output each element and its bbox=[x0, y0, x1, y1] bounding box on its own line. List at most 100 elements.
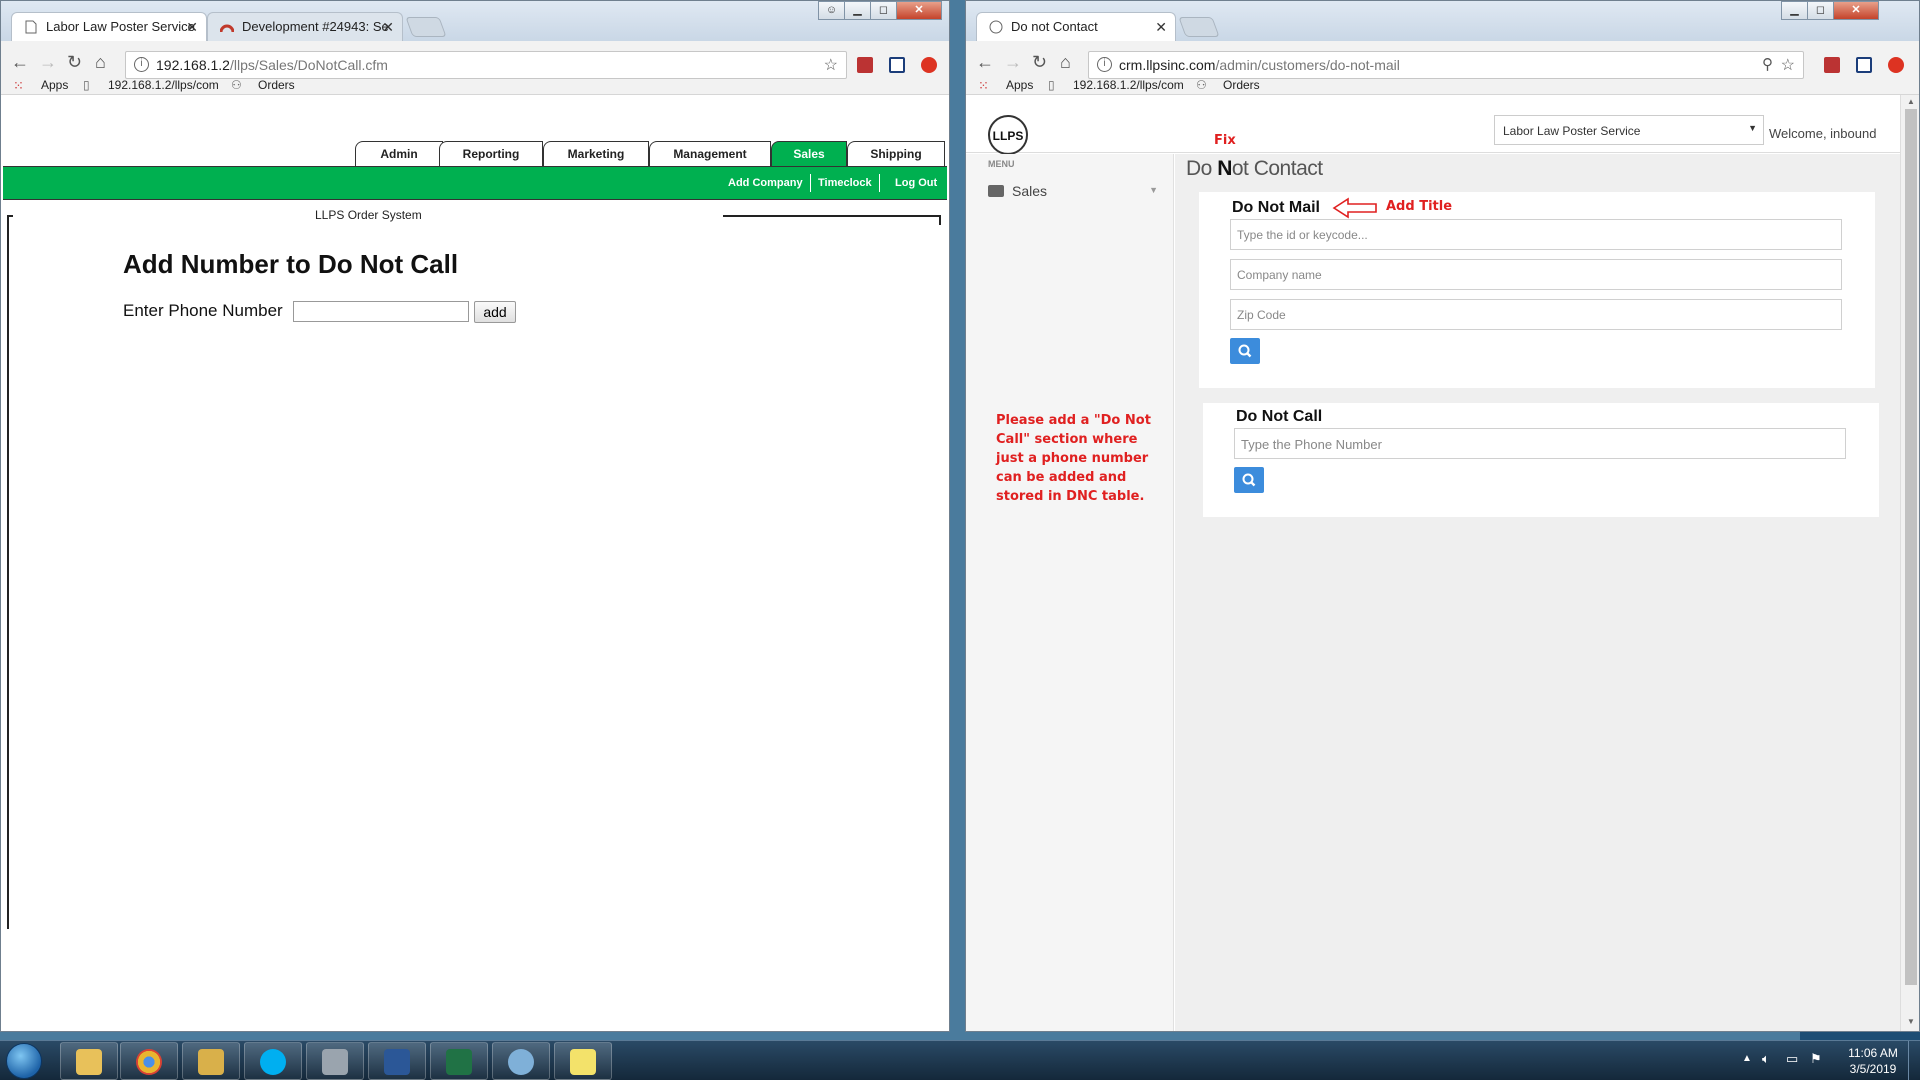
taskbar-file-explorer[interactable] bbox=[60, 1042, 118, 1080]
add-button[interactable]: add bbox=[474, 301, 516, 323]
reload-icon[interactable]: ↻ bbox=[1032, 52, 1047, 73]
adblock-extension-icon[interactable] bbox=[921, 57, 937, 73]
new-tab-button[interactable] bbox=[405, 17, 447, 37]
taskbar-excel[interactable] bbox=[430, 1042, 488, 1080]
zip-code-input[interactable]: Zip Code bbox=[1230, 299, 1842, 330]
scroll-down-icon[interactable]: ▼ bbox=[1907, 1017, 1915, 1026]
show-desktop-button[interactable] bbox=[1908, 1041, 1920, 1080]
bookmark-star-icon[interactable]: ☆ bbox=[1781, 55, 1795, 75]
close-tab-icon[interactable]: ✕ bbox=[1155, 19, 1167, 36]
adblock-extension-icon[interactable] bbox=[1888, 57, 1904, 73]
close-tab-icon[interactable]: ✕ bbox=[382, 19, 394, 36]
pdf-extension-icon[interactable] bbox=[857, 57, 873, 73]
chrome-icon bbox=[136, 1049, 162, 1075]
maximize-button[interactable]: ◻ bbox=[870, 1, 897, 20]
bookmark-apps[interactable]: Apps bbox=[41, 78, 68, 92]
maximize-button[interactable]: ◻ bbox=[1807, 1, 1834, 20]
apps-grid-icon[interactable]: ⁙ bbox=[13, 78, 24, 94]
bookmark-star-icon[interactable]: ☆ bbox=[824, 55, 838, 75]
taskbar-word[interactable] bbox=[368, 1042, 426, 1080]
orders-icon: ⚇ bbox=[1196, 78, 1207, 92]
close-window-button[interactable]: ✕ bbox=[896, 1, 942, 20]
back-arrow-icon[interactable]: ← bbox=[11, 52, 29, 73]
right-browser-window: Do not Contact ✕ ▁ ◻ ✕ ← → ↻ ⌂ i crm.llp… bbox=[965, 0, 1920, 1032]
taskbar-paint[interactable] bbox=[492, 1042, 550, 1080]
bookmark-apps[interactable]: Apps bbox=[1006, 78, 1033, 92]
page-heading: Add Number to Do Not Call bbox=[123, 249, 459, 279]
n-extension-icon[interactable] bbox=[1856, 57, 1872, 73]
menu-tab-shipping[interactable]: Shipping bbox=[847, 141, 945, 166]
n-extension-icon[interactable] bbox=[889, 57, 905, 73]
menu-tab-admin[interactable]: Admin bbox=[355, 141, 443, 166]
logo-text: LLPS bbox=[992, 129, 1024, 143]
phone-number-input[interactable] bbox=[293, 301, 469, 322]
frame-left-border bbox=[7, 215, 9, 929]
divider bbox=[879, 174, 880, 192]
flag-icon[interactable]: ⚑ bbox=[1810, 1051, 1822, 1067]
tab-title: Development #24943: Se bbox=[242, 19, 389, 34]
forward-arrow-icon[interactable]: → bbox=[39, 52, 57, 73]
home-icon[interactable]: ⌂ bbox=[95, 52, 106, 73]
new-tab-button[interactable] bbox=[1178, 17, 1220, 37]
frame-top-right-line bbox=[723, 215, 941, 217]
pdf-extension-icon[interactable] bbox=[1824, 57, 1840, 73]
menu-tab-sales[interactable]: Sales bbox=[771, 141, 847, 166]
minimize-button[interactable]: ▁ bbox=[844, 1, 871, 20]
info-icon[interactable]: i bbox=[1097, 57, 1112, 72]
taskbar-sticky-notes[interactable] bbox=[554, 1042, 612, 1080]
llps-menu-tabs: Admin Reporting Marketing Management Sal… bbox=[1, 141, 945, 166]
reload-icon[interactable]: ↻ bbox=[67, 52, 82, 73]
info-icon[interactable]: i bbox=[134, 57, 149, 72]
url-host: 192.168.1.2 bbox=[156, 57, 230, 73]
close-tab-icon[interactable]: ✕ bbox=[186, 19, 198, 36]
scroll-up-icon[interactable]: ▲ bbox=[1907, 97, 1915, 106]
back-arrow-icon[interactable]: ← bbox=[976, 52, 994, 73]
taskbar-skype[interactable] bbox=[244, 1042, 302, 1080]
forward-arrow-icon[interactable]: → bbox=[1004, 52, 1022, 73]
scrollbar[interactable]: ▲ ▼ bbox=[1900, 95, 1919, 1031]
log-out-link[interactable]: Log Out bbox=[895, 177, 937, 189]
menu-tab-reporting[interactable]: Reporting bbox=[439, 141, 543, 166]
bookmark-orders[interactable]: Orders bbox=[1223, 78, 1260, 92]
menu-tab-management[interactable]: Management bbox=[649, 141, 771, 166]
sidebar-item-label: Sales bbox=[1012, 183, 1048, 199]
start-button[interactable] bbox=[6, 1043, 42, 1079]
taskbar-explorer-window[interactable] bbox=[182, 1042, 240, 1080]
tab-development[interactable]: Development #24943: Se ✕ bbox=[207, 12, 403, 41]
page-icon: ▯ bbox=[1048, 78, 1055, 92]
bookmark-orders[interactable]: Orders bbox=[258, 78, 295, 92]
bookmark-llps-com[interactable]: 192.168.1.2/llps/com bbox=[1073, 78, 1184, 92]
url-path: /admin/customers/do-not-mail bbox=[1215, 57, 1400, 73]
add-company-link[interactable]: Add Company bbox=[728, 177, 803, 189]
address-bar[interactable]: i 192.168.1.2/llps/Sales/DoNotCall.cfm ☆ bbox=[125, 51, 847, 79]
page-icon bbox=[25, 20, 37, 34]
volume-icon[interactable]: 🔈︎ bbox=[1762, 1051, 1770, 1067]
phone-number-input[interactable]: Type the Phone Number bbox=[1234, 428, 1846, 459]
bookmarks-bar: ⁙ Apps ▯ 192.168.1.2/llps/com ⚇ Orders bbox=[1, 78, 949, 95]
taskbar-database[interactable] bbox=[306, 1042, 364, 1080]
company-name-input[interactable]: Company name bbox=[1230, 259, 1842, 290]
tab-labor-law-poster-service[interactable]: Labor Law Poster Service ✕ bbox=[11, 12, 207, 41]
scroll-thumb[interactable] bbox=[1905, 109, 1917, 985]
phone-label: Enter Phone Number bbox=[123, 301, 283, 320]
address-bar[interactable]: i crm.llpsinc.com/admin/customers/do-not… bbox=[1088, 51, 1804, 79]
search-icon[interactable]: ⚲ bbox=[1762, 55, 1773, 73]
do-not-mail-search-button[interactable] bbox=[1230, 338, 1260, 364]
tab-do-not-contact[interactable]: Do not Contact ✕ bbox=[976, 12, 1176, 41]
sidebar-item-sales[interactable]: Sales ▼ bbox=[988, 182, 1158, 202]
minimize-button[interactable]: ▁ bbox=[1781, 1, 1808, 20]
apps-grid-icon[interactable]: ⁙ bbox=[978, 78, 989, 94]
home-icon[interactable]: ⌂ bbox=[1060, 52, 1071, 73]
taskbar-chrome[interactable] bbox=[120, 1042, 178, 1080]
network-status-icon[interactable]: ▭ bbox=[1786, 1051, 1798, 1067]
timeclock-link[interactable]: Timeclock bbox=[818, 177, 872, 189]
menu-tab-marketing[interactable]: Marketing bbox=[543, 141, 649, 166]
system-clock[interactable]: 11:06 AM 3/5/2019 bbox=[1838, 1045, 1908, 1077]
do-not-call-search-button[interactable] bbox=[1234, 467, 1264, 493]
tray-chevron-icon[interactable]: ▲ bbox=[1742, 1053, 1752, 1064]
close-window-button[interactable]: ✕ bbox=[1833, 1, 1879, 20]
user-icon[interactable]: ☺ bbox=[818, 1, 845, 20]
bookmark-llps-com[interactable]: 192.168.1.2/llps/com bbox=[108, 78, 219, 92]
company-select[interactable]: Labor Law Poster Service ▼ bbox=[1494, 115, 1764, 145]
id-keycode-input[interactable]: Type the id or keycode... bbox=[1230, 219, 1842, 250]
